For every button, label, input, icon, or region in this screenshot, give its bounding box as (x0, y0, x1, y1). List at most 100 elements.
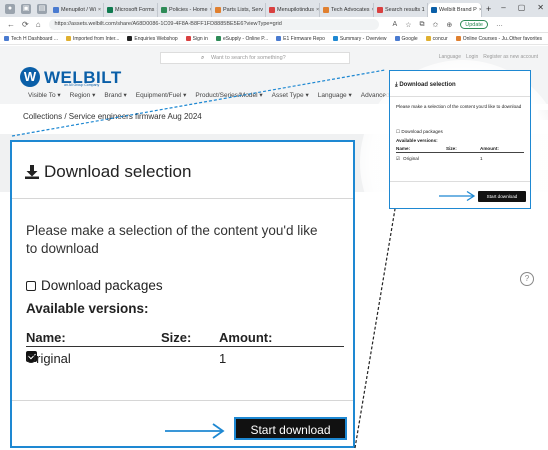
update-button[interactable]: Update (460, 20, 488, 29)
favorite-link[interactable]: Enquiries Webshop (127, 35, 178, 42)
tab-label: Welbilt Brand P (439, 7, 477, 13)
tab-actions-icon[interactable]: ▤ (37, 3, 47, 14)
favorites-icon[interactable]: ✩ (433, 21, 439, 29)
other-favorites[interactable]: Other favorites (509, 36, 542, 42)
tab-favicon-icon (431, 7, 437, 13)
favorite-link[interactable]: Google (394, 36, 418, 42)
filter-dropdown[interactable]: Language ▾ (318, 91, 352, 99)
filter-label: Language (317, 92, 347, 99)
maximize-icon[interactable]: ▢ (518, 3, 526, 12)
favorite-link[interactable]: Summary - Overview (332, 35, 387, 42)
read-aloud-icon[interactable]: A (393, 21, 398, 28)
browser-tab[interactable]: Menupilotindus × (266, 3, 320, 17)
top-links: Language Login Register as new account (439, 54, 538, 60)
download-dialog-thumbnail: ⤓ Download selection Please make a selec… (389, 70, 531, 209)
download-packages-option[interactable]: Download packages (26, 278, 163, 293)
mini-col-size: Size: (446, 146, 457, 151)
browser-tab[interactable]: Search results 1× (374, 3, 428, 17)
chevron-down-icon: ▾ (121, 92, 127, 99)
favorite-link[interactable]: E1 Firmware Repo (276, 36, 325, 42)
divider (12, 198, 353, 199)
checkbox-checked-icon: ☑ (396, 156, 401, 161)
welbilt-logo[interactable]: W WELBILT an Ali Group Company (20, 67, 122, 87)
browser-tab[interactable]: Tech Advocates× (320, 3, 374, 17)
help-icon[interactable]: ? (520, 272, 534, 286)
mini-start-download-button[interactable]: Start download (478, 191, 526, 202)
tab-favicon-icon (53, 7, 59, 13)
favorite-favicon-icon (215, 36, 221, 41)
favorite-label: Enquiries Webshop (134, 35, 178, 42)
filter-dropdown[interactable]: Equipment/Fuel ▾ (136, 91, 187, 99)
tab-label: Policies - Home (169, 7, 208, 13)
favorite-link[interactable]: Online Courses - Ju... (455, 36, 511, 42)
mini-row-amount: 1 (480, 156, 483, 161)
download-icon (25, 165, 39, 179)
toolbar-icons: A ☆ ⧉ ✩ ⊕ Update … (393, 20, 503, 29)
site-search-input[interactable]: ⌕ Want to search for something? (160, 52, 350, 64)
split-icon[interactable]: ⧉ (420, 21, 425, 29)
favorite-link[interactable]: Imported from Inter... (65, 35, 120, 42)
browser-tab[interactable]: Policies - Home× (158, 3, 212, 17)
browser-tab[interactable]: Microsoft Forms× (104, 3, 158, 17)
browser-tab[interactable]: Parts Lists, Serv× (212, 3, 266, 17)
tab-favicon-icon (107, 7, 113, 13)
new-tab-button[interactable]: + (486, 4, 491, 14)
filter-dropdown[interactable]: Visible To ▾ (28, 91, 61, 99)
logo-subtitle: an Ali Group Company (64, 83, 100, 87)
favorites-bar: Tech H Dashboard ... Imported from Inter.… (0, 33, 548, 45)
back-icon[interactable]: ← (7, 20, 15, 29)
home-icon[interactable]: ⌂ (36, 20, 41, 29)
browser-tab[interactable]: Menupilot / Wi × (50, 3, 104, 17)
favorite-favicon-icon (276, 36, 282, 41)
favorite-link[interactable]: concur (425, 35, 448, 42)
tab-favicon-icon (161, 7, 167, 13)
favorite-link[interactable]: eSupply - Online P... (215, 36, 268, 42)
tab-favicon-icon (215, 7, 221, 13)
chevron-down-icon: ▾ (303, 92, 309, 99)
dialog-title-text: Download selection (44, 162, 192, 181)
favorite-favicon-icon (4, 36, 9, 41)
url-field[interactable]: https://assets.welbilt.com/share/A68D008… (48, 19, 379, 30)
top-link[interactable]: Register as new account (483, 54, 538, 60)
close-icon[interactable]: ✕ (537, 3, 544, 12)
filter-label: Visible To (28, 92, 56, 99)
favorite-link[interactable]: Sign in (185, 35, 208, 42)
filter-label: Asset Type (271, 92, 304, 99)
window-controls: – ▢ ✕ (501, 3, 544, 12)
favorite-label: Imported from Inter... (72, 35, 120, 42)
mini-download-packages-option[interactable]: ☐ Download packages (396, 129, 443, 135)
filter-dropdown[interactable]: Brand ▾ (104, 91, 126, 99)
chevron-down-icon: ▾ (90, 92, 96, 99)
favorite-label: Sign in (192, 35, 208, 42)
table-row[interactable]: Original 1 (26, 351, 344, 368)
more-icon[interactable]: … (496, 21, 503, 28)
tab-close-icon[interactable]: × (316, 7, 319, 13)
filter-dropdown[interactable]: Region ▾ (70, 91, 96, 99)
favorite-star-icon[interactable]: ☆ (405, 21, 411, 29)
top-link[interactable]: Login (466, 54, 478, 60)
favorite-favicon-icon (394, 36, 400, 41)
workspaces-icon[interactable]: ▣ (21, 3, 31, 14)
available-versions-heading: Available versions: (26, 301, 149, 316)
download-packages-label: Download packages (41, 278, 163, 293)
profile-icon[interactable]: ● (5, 3, 15, 14)
collections-icon[interactable]: ⊕ (446, 21, 452, 29)
filter-dropdown[interactable]: Product/Series/Model ▾ (195, 91, 262, 99)
mini-col-amount: Amount: (480, 146, 499, 151)
column-size: Size: (161, 330, 192, 345)
favorite-link[interactable]: Tech H Dashboard ... (4, 36, 58, 42)
tab-label: Menupilotindus (277, 7, 314, 13)
tab-close-icon[interactable]: × (98, 7, 101, 13)
checkbox-icon[interactable] (26, 280, 36, 291)
favorite-label: Summary - Overview (339, 35, 387, 42)
column-amount: Amount: (219, 330, 273, 345)
tab-close-icon[interactable]: × (479, 7, 481, 13)
start-download-button[interactable]: Start download (234, 417, 347, 440)
favorite-label: concur (432, 35, 448, 42)
favorite-label: E1 Firmware Repo (283, 35, 325, 42)
chevron-down-icon: ▾ (181, 92, 187, 99)
minimize-icon[interactable]: – (501, 3, 505, 12)
filter-dropdown[interactable]: Asset Type ▾ (272, 91, 309, 99)
refresh-icon[interactable]: ⟳ (22, 20, 29, 29)
browser-tab[interactable]: Welbilt Brand P × (428, 3, 482, 17)
